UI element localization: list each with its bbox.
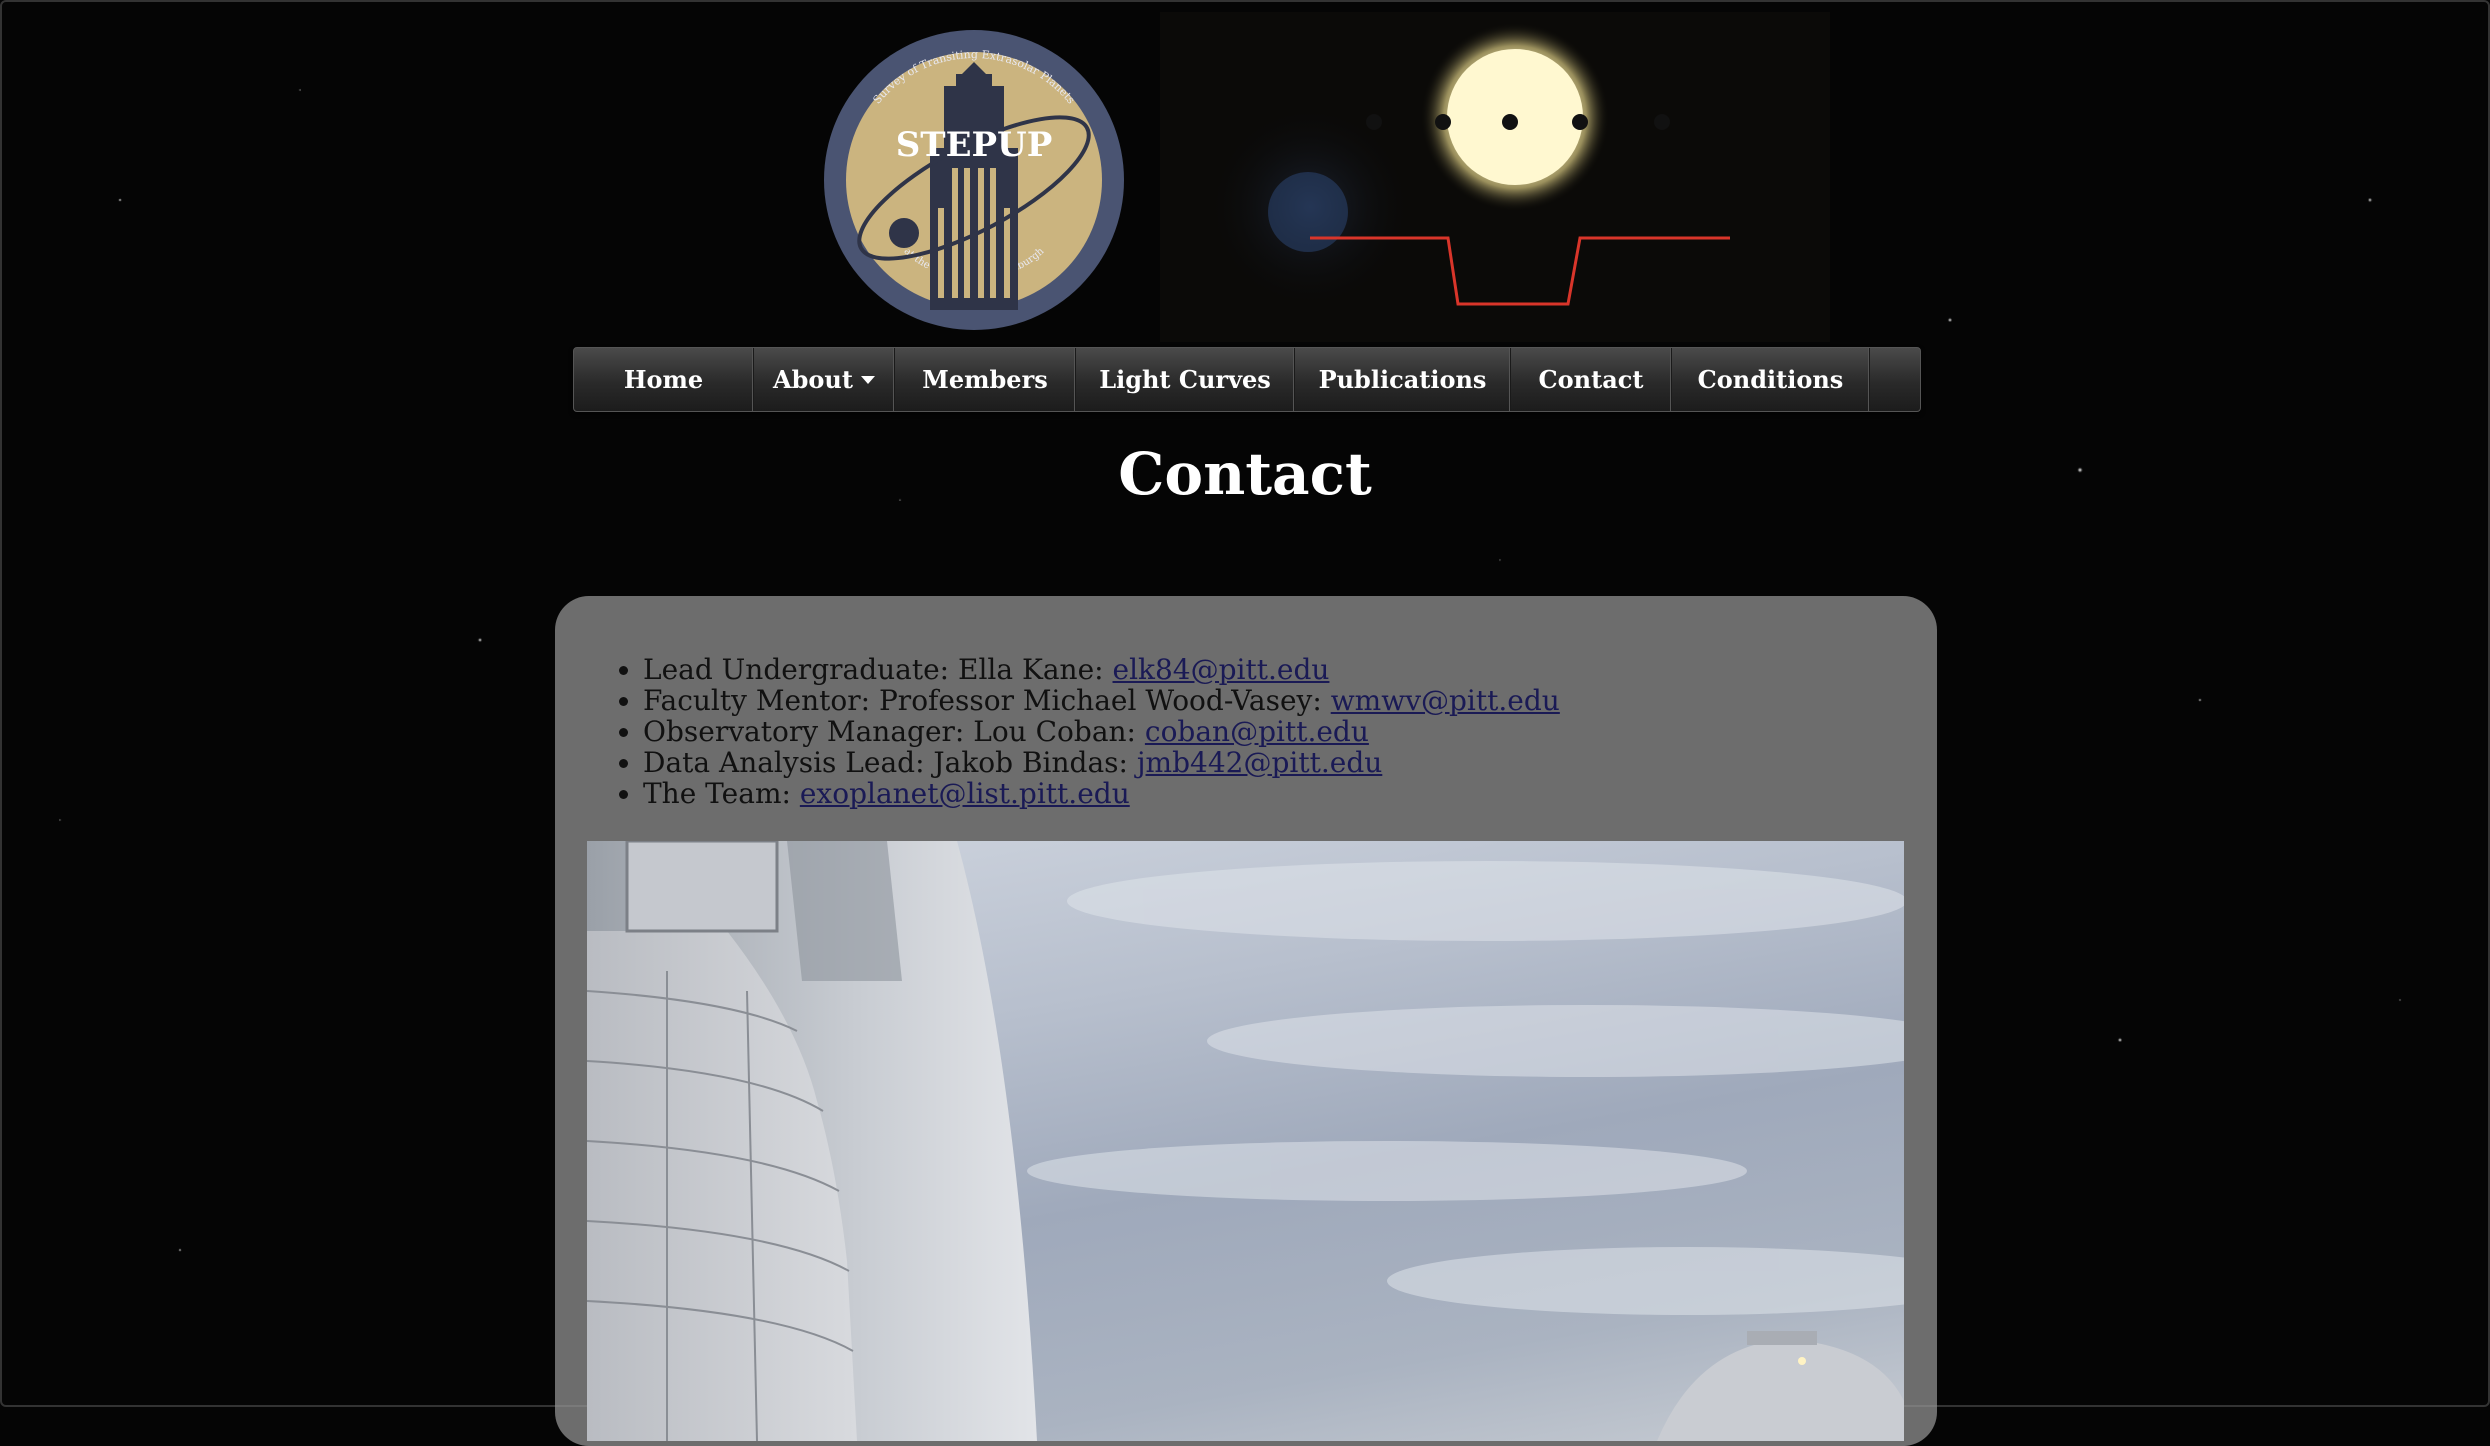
page-title: Contact [1118,440,1372,508]
email-link[interactable]: jmb442@pitt.edu [1137,746,1382,779]
contact-role: Faculty Mentor: Professor Michael Wood-V… [643,684,1331,717]
email-link[interactable]: coban@pitt.edu [1145,715,1369,748]
nav-contact-label: Contact [1538,365,1644,394]
nav-publications[interactable]: Publications [1295,348,1511,411]
logo-title: STEPUP [896,125,1053,165]
transit-banner-image [1160,12,1830,342]
main-nav: Home About Members Light Curves Publicat… [573,347,1921,412]
email-link[interactable]: wmwv@pitt.edu [1331,684,1560,717]
nav-members[interactable]: Members [895,348,1076,411]
list-item: Lead Undergraduate: Ella Kane: elk84@pit… [643,654,1560,685]
contact-role: Data Analysis Lead: Jakob Bindas: [643,746,1137,779]
observatory-photo [587,841,1904,1441]
list-item: The Team: exoplanet@list.pitt.edu [643,778,1560,809]
contact-role: Lead Undergraduate: Ella Kane: [643,653,1113,686]
list-item: Faculty Mentor: Professor Michael Wood-V… [643,685,1560,716]
nav-conditions[interactable]: Conditions [1672,348,1870,411]
nav-light-curves[interactable]: Light Curves [1076,348,1295,411]
contact-list: Lead Undergraduate: Ella Kane: elk84@pit… [601,654,1560,809]
observatory-dome-image [587,841,1904,1441]
nav-home[interactable]: Home [574,348,754,411]
list-item: Observatory Manager: Lou Coban: coban@pi… [643,716,1560,747]
stepup-logo[interactable]: Survey of Transiting Extrasolar Planets … [822,28,1126,332]
contact-role: Observatory Manager: Lou Coban: [643,715,1145,748]
nav-publications-label: Publications [1318,365,1487,394]
email-link[interactable]: elk84@pitt.edu [1113,653,1330,686]
nav-about[interactable]: About [754,348,895,411]
nav-contact[interactable]: Contact [1511,348,1672,411]
nav-about-label: About [773,365,853,394]
contact-role: The Team: [643,777,800,810]
list-item: Data Analysis Lead: Jakob Bindas: jmb442… [643,747,1560,778]
nav-members-label: Members [922,365,1048,394]
email-link[interactable]: exoplanet@list.pitt.edu [800,777,1130,810]
content-card: Lead Undergraduate: Ella Kane: elk84@pit… [555,596,1937,1446]
nav-conditions-label: Conditions [1697,365,1844,394]
chevron-down-icon [860,375,875,384]
nav-light-curves-label: Light Curves [1099,365,1271,394]
nav-home-label: Home [623,365,704,394]
